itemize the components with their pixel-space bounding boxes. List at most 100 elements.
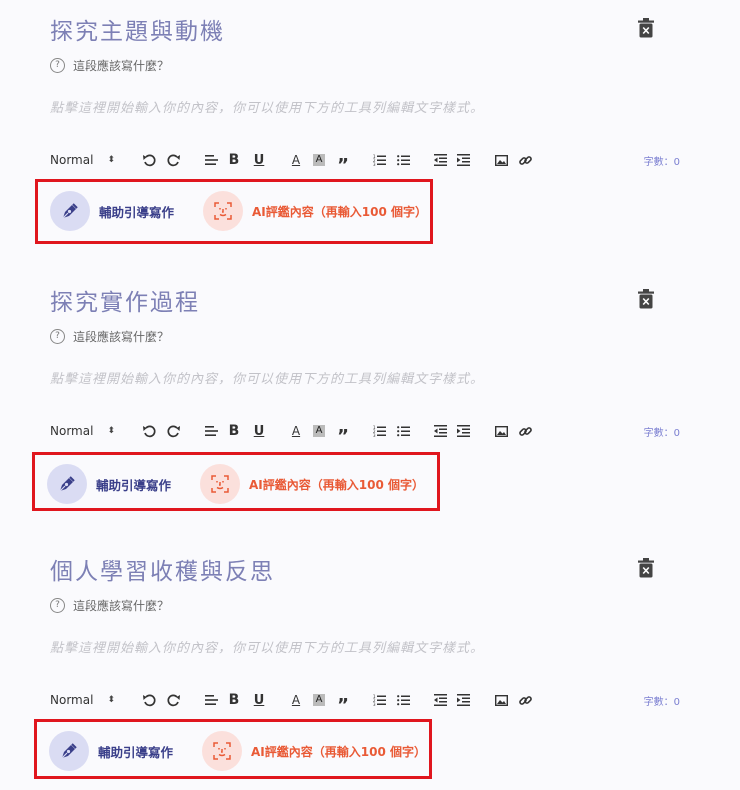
format-label: Normal — [50, 153, 94, 167]
assist-buttons-highlight: 輔助引導寫作 AI評鑑內容（再輸入100 個字） — [34, 719, 432, 779]
assist-buttons-highlight: 輔助引導寫作 AI評鑑內容（再輸入100 個字） — [35, 179, 433, 244]
redo-icon[interactable] — [165, 421, 183, 441]
trash-icon[interactable] — [638, 558, 656, 580]
guide-writing-button[interactable]: 輔助引導寫作 — [49, 731, 173, 771]
hint-row[interactable]: ? 這段應該寫什麼？ — [50, 327, 169, 345]
bold-icon[interactable]: B — [225, 690, 243, 710]
indent-icon[interactable] — [454, 421, 472, 441]
format-select[interactable]: Normal ⬍ — [50, 690, 115, 710]
word-count: 字數：0 — [643, 156, 680, 168]
bold-icon[interactable]: B — [225, 421, 243, 441]
text-color-icon[interactable]: A — [287, 421, 305, 441]
redo-icon[interactable] — [165, 150, 183, 170]
ai-evaluate-label: AI評鑑內容（再輸入100 個字） — [251, 744, 426, 759]
redo-icon[interactable] — [165, 690, 183, 710]
outdent-icon[interactable] — [431, 421, 449, 441]
outdent-icon[interactable] — [431, 690, 449, 710]
editor-section: 個人學習收穫與反思 ? 這段應該寫什麼？ 點擊這裡開始輸入你的內容，你可以使用下… — [0, 540, 740, 790]
assist-buttons-highlight: 輔助引導寫作 AI評鑑內容（再輸入100 個字） — [32, 452, 440, 511]
highlight-icon[interactable]: A — [310, 421, 328, 441]
word-count: 字數：0 — [643, 696, 680, 708]
highlight-icon[interactable]: A — [310, 150, 328, 170]
blockquote-icon[interactable]: ” — [334, 690, 352, 716]
hint-row[interactable]: ? 這段應該寫什麼？ — [50, 596, 169, 614]
guide-writing-button[interactable]: 輔助引導寫作 — [47, 464, 171, 504]
format-label: Normal — [50, 693, 94, 707]
guide-writing-label: 輔助引導寫作 — [96, 477, 172, 493]
editor-section: 探究主題與動機 ? 這段應該寫什麼？ 點擊這裡開始輸入你的內容，你可以使用下方的… — [0, 0, 740, 250]
question-icon: ? — [50, 597, 65, 613]
align-icon[interactable] — [202, 421, 220, 441]
link-icon[interactable] — [516, 690, 534, 710]
select-arrows-icon: ⬍ — [107, 155, 115, 165]
link-icon[interactable] — [516, 421, 534, 441]
guide-writing-label: 輔助引導寫作 — [98, 744, 174, 760]
format-select[interactable]: Normal ⬍ — [50, 150, 115, 170]
image-icon[interactable] — [492, 421, 510, 441]
svg-text:3: 3 — [373, 433, 376, 437]
editor-toolbar: Normal ⬍ B U A A ” 123 字數：0 — [50, 150, 680, 176]
question-icon: ? — [50, 57, 65, 73]
editor-section: 探究實作過程 ? 這段應該寫什麼？ 點擊這裡開始輸入你的內容，你可以使用下方的工… — [0, 271, 740, 521]
ai-evaluate-button[interactable]: AI評鑑內容（再輸入100 個字） — [203, 191, 427, 231]
image-icon[interactable] — [492, 150, 510, 170]
undo-icon[interactable] — [140, 690, 158, 710]
indent-icon[interactable] — [454, 150, 472, 170]
pen-icon — [50, 191, 90, 231]
editor-content[interactable]: 點擊這裡開始輸入你的內容，你可以使用下方的工具列編輯文字樣式。 — [50, 97, 484, 116]
bullet-list-icon[interactable] — [394, 690, 412, 710]
pen-icon — [47, 464, 87, 504]
highlight-icon[interactable]: A — [310, 690, 328, 710]
section-title: 個人學習收穫與反思 — [50, 559, 275, 585]
guide-writing-label: 輔助引導寫作 — [99, 204, 175, 220]
svg-text:3: 3 — [373, 702, 376, 706]
ordered-list-icon[interactable]: 123 — [370, 150, 388, 170]
indent-icon[interactable] — [454, 690, 472, 710]
text-color-icon[interactable]: A — [287, 150, 305, 170]
question-icon: ? — [50, 328, 65, 344]
ai-evaluate-label: AI評鑑內容（再輸入100 個字） — [249, 477, 424, 492]
ai-evaluate-button[interactable]: AI評鑑內容（再輸入100 個字） — [200, 464, 424, 504]
undo-icon[interactable] — [140, 421, 158, 441]
select-arrows-icon: ⬍ — [107, 426, 115, 436]
word-count: 字數：0 — [643, 427, 680, 439]
ordered-list-icon[interactable]: 123 — [370, 421, 388, 441]
editor-content[interactable]: 點擊這裡開始輸入你的內容，你可以使用下方的工具列編輯文字樣式。 — [50, 368, 484, 387]
align-icon[interactable] — [202, 150, 220, 170]
image-icon[interactable] — [492, 690, 510, 710]
text-color-icon[interactable]: A — [287, 690, 305, 710]
guide-writing-button[interactable]: 輔助引導寫作 — [50, 191, 174, 231]
blockquote-icon[interactable]: ” — [334, 421, 352, 447]
ordered-list-icon[interactable]: 123 — [370, 690, 388, 710]
svg-text:3: 3 — [373, 162, 376, 166]
hint-row[interactable]: ? 這段應該寫什麼？ — [50, 56, 169, 74]
hint-text: 這段應該寫什麼？ — [73, 598, 170, 613]
section-title: 探究主題與動機 — [50, 19, 225, 45]
face-scan-icon — [200, 464, 240, 504]
hint-text: 這段應該寫什麼？ — [73, 329, 170, 344]
format-select[interactable]: Normal ⬍ — [50, 421, 115, 441]
face-scan-icon — [202, 731, 242, 771]
editor-content[interactable]: 點擊這裡開始輸入你的內容，你可以使用下方的工具列編輯文字樣式。 — [50, 637, 484, 656]
underline-icon[interactable]: U — [250, 690, 268, 710]
undo-icon[interactable] — [140, 150, 158, 170]
format-label: Normal — [50, 424, 94, 438]
align-icon[interactable] — [202, 690, 220, 710]
blockquote-icon[interactable]: ” — [334, 150, 352, 176]
ai-evaluate-label: AI評鑑內容（再輸入100 個字） — [252, 204, 427, 219]
section-title: 探究實作過程 — [50, 290, 200, 316]
link-icon[interactable] — [516, 150, 534, 170]
bullet-list-icon[interactable] — [394, 421, 412, 441]
bullet-list-icon[interactable] — [394, 150, 412, 170]
bold-icon[interactable]: B — [225, 150, 243, 170]
editor-toolbar: Normal ⬍ B U A A ” 123 字數：0 — [50, 690, 680, 716]
editor-toolbar: Normal ⬍ B U A A ” 123 字數：0 — [50, 421, 680, 447]
trash-icon[interactable] — [638, 18, 656, 40]
ai-evaluate-button[interactable]: AI評鑑內容（再輸入100 個字） — [202, 731, 426, 771]
underline-icon[interactable]: U — [250, 150, 268, 170]
pen-icon — [49, 731, 89, 771]
trash-icon[interactable] — [638, 289, 656, 311]
select-arrows-icon: ⬍ — [107, 695, 115, 705]
outdent-icon[interactable] — [431, 150, 449, 170]
underline-icon[interactable]: U — [250, 421, 268, 441]
